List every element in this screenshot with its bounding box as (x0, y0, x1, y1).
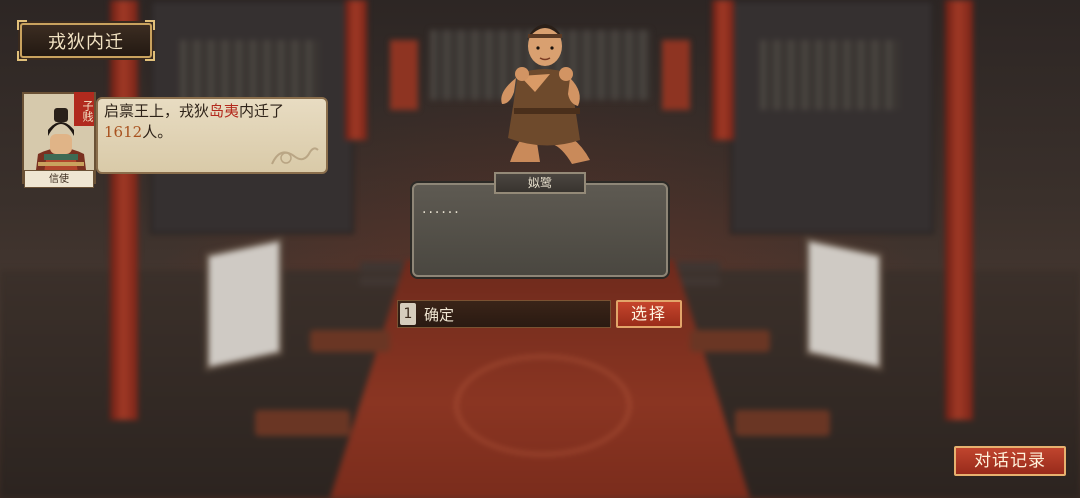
folding-screen-left (205, 236, 283, 372)
select-button[interactable]: 选择 (616, 300, 682, 328)
wall-panel-right (730, 0, 934, 234)
pillar (345, 0, 367, 140)
plaque-corner (17, 20, 27, 30)
dialogue-log-button[interactable]: 对话记录 (954, 446, 1066, 476)
speaker-role-label: 信使 (24, 170, 94, 188)
speaker-speech-bubble: 启禀王上，戎狄岛夷内迁了 1612人。 (96, 97, 328, 174)
red-banner (662, 40, 690, 110)
low-table (310, 330, 390, 352)
message-highlight: 岛夷 (209, 102, 240, 120)
low-table (735, 410, 830, 436)
red-banner (390, 40, 418, 110)
plaque-corner (17, 51, 27, 61)
event-title-plaque: 戎狄内迁 (17, 20, 155, 61)
event-title: 戎狄内迁 (48, 31, 124, 53)
folding-screen-right (805, 236, 883, 372)
pillar (110, 0, 138, 420)
message-count-suffix: 人。 (142, 123, 173, 141)
choice-option[interactable]: 1 确定 (397, 300, 611, 328)
low-table (255, 410, 350, 436)
pillar (712, 0, 734, 140)
carpet-medallion (455, 355, 631, 456)
message-text-2: 内迁了 (239, 102, 285, 120)
plaque-corner (145, 20, 155, 30)
speaker-seal: 子贱 (74, 92, 94, 126)
message-text: 启禀王上，戎狄 (104, 102, 210, 120)
cloud-swirl-icon (271, 147, 319, 165)
message-count: 1612 (104, 123, 143, 141)
character-name-tag: 姒鹭 (494, 172, 586, 194)
choice-label: 确定 (424, 306, 455, 324)
choice-index: 1 (400, 303, 416, 325)
lattice-window-right (760, 40, 900, 110)
character-sprite (480, 12, 610, 172)
dialog-box: ······ (412, 183, 668, 277)
plaque-corner (145, 51, 155, 61)
dialog-text: ······ (422, 205, 461, 221)
low-table (690, 330, 770, 352)
pillar (945, 0, 973, 420)
